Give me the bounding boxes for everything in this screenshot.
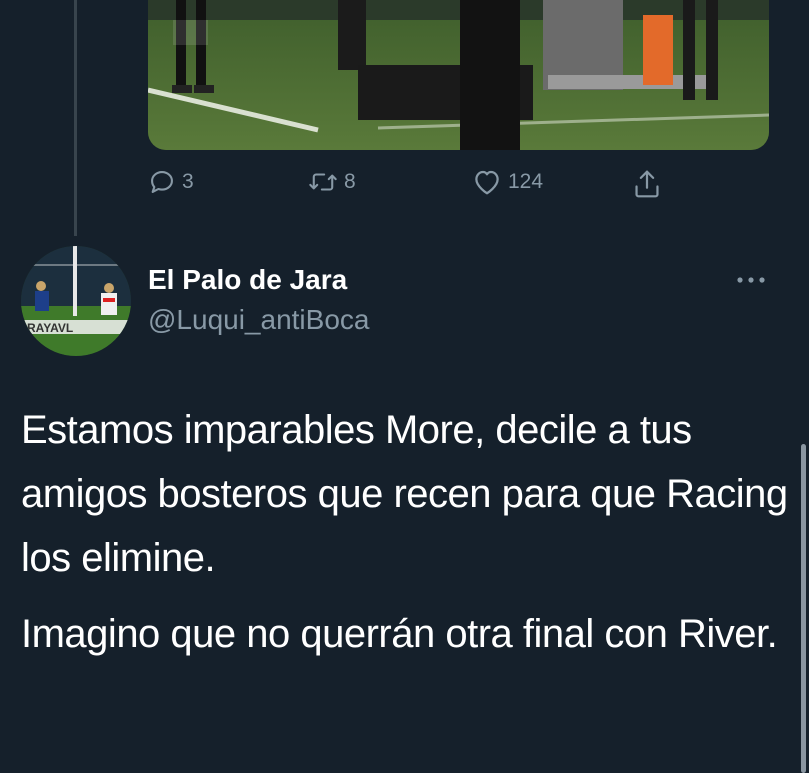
more-icon (736, 271, 766, 289)
tweet-action-bar: 3 8 124 (148, 168, 688, 202)
tweet-media-photo[interactable] (148, 0, 769, 150)
tweet-paragraph: Estamos imparables More, decile a tus am… (21, 408, 788, 580)
retweet-count: 8 (344, 170, 356, 193)
thread-connector-line (74, 0, 77, 236)
share-button[interactable] (632, 168, 662, 200)
reply-button[interactable]: 3 (148, 168, 194, 196)
reply-count: 3 (182, 170, 194, 193)
author-display-name[interactable]: El Palo de Jara (148, 264, 347, 296)
avatar[interactable]: RAYAVL (21, 246, 131, 356)
more-options-button[interactable] (734, 266, 768, 294)
retweet-icon (308, 168, 338, 196)
like-button[interactable]: 124 (472, 168, 543, 196)
scrollbar[interactable] (801, 444, 806, 773)
share-icon (632, 168, 662, 200)
svg-text:RAYAVL: RAYAVL (27, 321, 73, 335)
author-handle[interactable]: @Luqui_antiBoca (148, 304, 369, 336)
tweet-text: Estamos imparables More, decile a tus am… (21, 398, 791, 678)
heart-icon (472, 168, 502, 196)
retweet-button[interactable]: 8 (308, 168, 356, 196)
like-count: 124 (508, 170, 544, 193)
tweet-thread: 3 8 124 RAYAVL El Palo de Jara @Luqui_an… (0, 0, 809, 773)
reply-icon (148, 168, 176, 196)
tweet-paragraph: Imagino que no querrán otra final con Ri… (21, 612, 778, 656)
